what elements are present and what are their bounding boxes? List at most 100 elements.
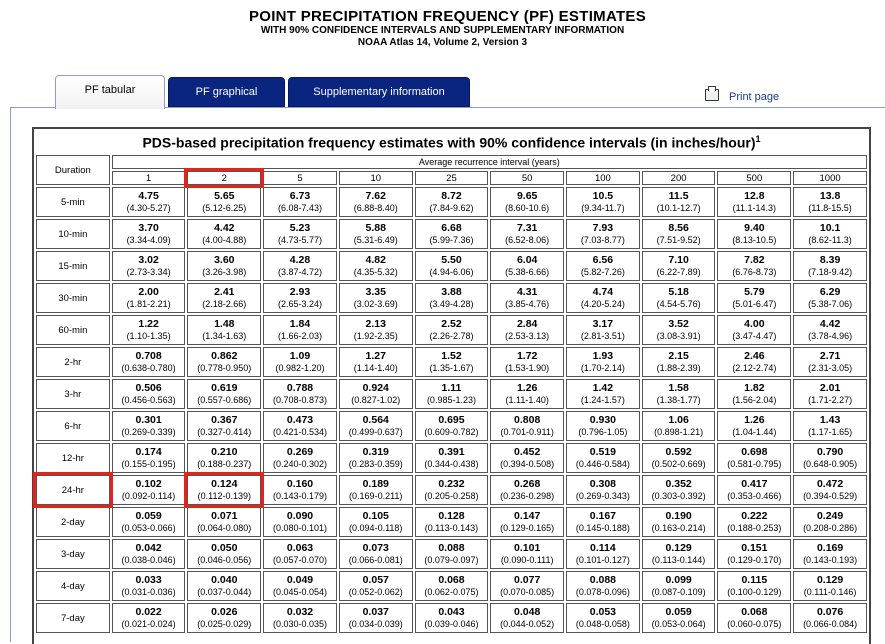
confidence-interval: (1.38-1.77) [656,395,701,405]
pf-value: 0.352 [665,478,692,490]
pf-estimate-cell: 1.84 (1.66-2.03) [263,315,337,345]
content-panel: PDS-based precipitation frequency estima… [10,107,885,644]
duration-label: 6-hr [36,411,110,441]
confidence-interval: (0.163-0.214) [651,523,706,533]
pf-estimate-cell: 0.105 (0.094-0.118) [338,507,413,537]
print-page-link[interactable]: Print page [705,86,779,103]
pf-value: 0.924 [362,382,389,394]
pf-estimate-cell: 1.11 (0.985-1.23) [414,379,489,409]
confidence-interval: (0.778-0.950) [197,363,252,373]
confidence-interval: (1.34-1.63) [202,331,247,341]
pf-estimate-cell: 3.35 (3.02-3.69) [338,283,413,313]
pf-estimate-cell: 0.519 (0.446-0.584) [566,443,640,473]
pf-value: 0.167 [589,510,617,522]
pf-estimate-cell: 2.71 (2.31-3.05) [793,347,867,377]
pf-estimate-cell: 0.862 (0.778-0.950) [187,347,262,377]
pf-value: 3.88 [441,286,462,298]
confidence-interval: (0.057-0.070) [272,555,328,565]
pf-estimate-cell: 0.037 (0.034-0.039) [338,603,413,633]
confidence-interval: (0.066-0.084) [803,619,858,629]
tab-pf-tabular[interactable]: PF tabular [55,75,165,109]
confidence-interval: (3.87-4.72) [278,267,323,277]
pf-value: 3.52 [668,318,689,330]
confidence-interval: (5.31-6.49) [353,235,398,245]
pf-estimate-cell: 2.84 (2.53-3.13) [490,315,565,345]
table-title-text: PDS-based precipitation frequency estima… [142,134,756,151]
pf-estimate-cell: 7.31 (6.52-8.06) [490,219,565,249]
tab-supplementary-information[interactable]: Supplementary information [288,77,470,107]
pf-estimate-cell: 0.099 (0.087-0.109) [641,571,716,601]
table-row: 3-hr 0.506 (0.456-0.563) 0.619 (0.557-0.686)… [36,379,867,409]
table-row: 3-day 0.042 (0.038-0.046) 0.050 (0.046-0.056… [36,539,867,569]
pf-value: 0.088 [438,542,465,554]
pf-estimate-cell: 5.23 (4.73-5.77) [263,219,337,249]
confidence-interval: (2.31-3.05) [808,363,853,373]
pf-estimate-cell: 10.5 (9.34-11.7) [566,187,640,217]
pf-value: 0.037 [362,606,389,618]
confidence-interval: (1.10-1.35) [126,331,171,341]
pf-value: 10.1 [819,222,841,234]
pf-estimate-cell: 0.068 (0.062-0.075) [414,571,489,601]
confidence-interval: (1.92-2.35) [353,331,398,341]
table-row: 2-hr 0.708 (0.638-0.780) 0.862 (0.778-0.950)… [36,347,867,377]
highlight-cell-24hr-2yr [184,472,265,508]
pf-estimate-cell: 0.473 (0.421-0.534) [263,411,337,441]
table-row: 60-min 1.22 (1.10-1.35) 1.48 (1.34-1.63) 1.84… [36,315,867,345]
pf-table-container: PDS-based precipitation frequency estima… [32,127,871,644]
confidence-interval: (0.609-0.782) [424,427,479,437]
confidence-interval: (0.169-0.211) [349,491,403,501]
pf-value: 1.58 [668,382,689,394]
duration-label: 30-min [36,283,110,313]
confidence-interval: (8.60-10.6) [505,203,550,213]
pf-value: 0.210 [211,446,238,458]
confidence-interval: (0.030-0.035) [272,619,328,629]
tab-pf-graphical[interactable]: PF graphical [168,77,285,107]
confidence-interval: (1.04-1.44) [732,427,777,437]
confidence-interval: (1.17-1.65) [808,427,853,437]
pf-value: 1.22 [138,318,159,330]
pf-value: 0.708 [135,350,162,362]
confidence-interval: (0.066-0.081) [348,555,403,565]
pf-value: 1.06 [668,414,689,426]
pf-estimate-cell: 0.073 (0.066-0.081) [338,539,413,569]
pf-value: 0.102 [135,478,162,490]
pf-estimate-cell: 1.26 (1.11-1.40) [490,379,565,409]
pf-value: 3.60 [214,254,235,266]
confidence-interval: (0.129-0.170) [727,555,782,565]
pf-estimate-cell: 1.42 (1.24-1.57) [566,379,640,409]
pf-value: 0.268 [514,478,541,490]
pf-estimate-cell: 6.29 (5.38-7.06) [793,283,867,313]
pf-value: 0.042 [135,542,162,554]
table-title: PDS-based precipitation frequency estima… [36,131,867,153]
pf-estimate-cell: 0.695 (0.609-0.782) [414,411,489,441]
pf-value: 1.48 [214,318,235,330]
confidence-interval: (0.985-1.23) [426,395,476,405]
pf-value: 7.10 [668,254,689,266]
pf-estimate-cell: 0.788 (0.708-0.873) [263,379,337,409]
pf-estimate-cell: 1.26 (1.04-1.44) [717,411,792,441]
confidence-interval: (0.039-0.046) [424,619,479,629]
pf-estimate-cell: 0.391 (0.344-0.438) [414,443,489,473]
pf-estimate-cell: 0.114 (0.101-0.127) [566,539,640,569]
pf-value: 0.190 [665,510,692,522]
pf-value: 3.02 [138,254,159,266]
pf-value: 0.026 [211,606,238,618]
confidence-interval: (6.88-8.40) [353,203,398,213]
pf-estimate-cell: 2.15 (1.88-2.39) [641,347,716,377]
confidence-interval: (0.155-0.195) [121,459,176,469]
confidence-interval: (0.094-0.118) [349,523,403,533]
pf-value: 1.09 [289,350,311,362]
pf-value: 0.059 [665,606,692,618]
confidence-interval: (0.100-0.129) [727,587,782,597]
pf-estimate-cell: 0.174 (0.155-0.195) [111,443,186,473]
highlight-row-24hr [33,472,113,508]
confidence-interval: (1.70-2.14) [580,363,625,373]
pf-value: 0.519 [589,446,617,458]
confidence-interval: (2.26-2.78) [429,331,474,341]
confidence-interval: (0.557-0.686) [197,395,252,405]
pf-estimate-cell: 8.56 (7.51-9.52) [641,219,716,249]
pf-estimate-cell: 1.22 (1.10-1.35) [111,315,186,345]
confidence-interval: (5.38-7.06) [808,299,853,309]
pf-estimate-cell: 7.93 (7.03-8.77) [566,219,640,249]
confidence-interval: (2.53-3.13) [505,331,550,341]
